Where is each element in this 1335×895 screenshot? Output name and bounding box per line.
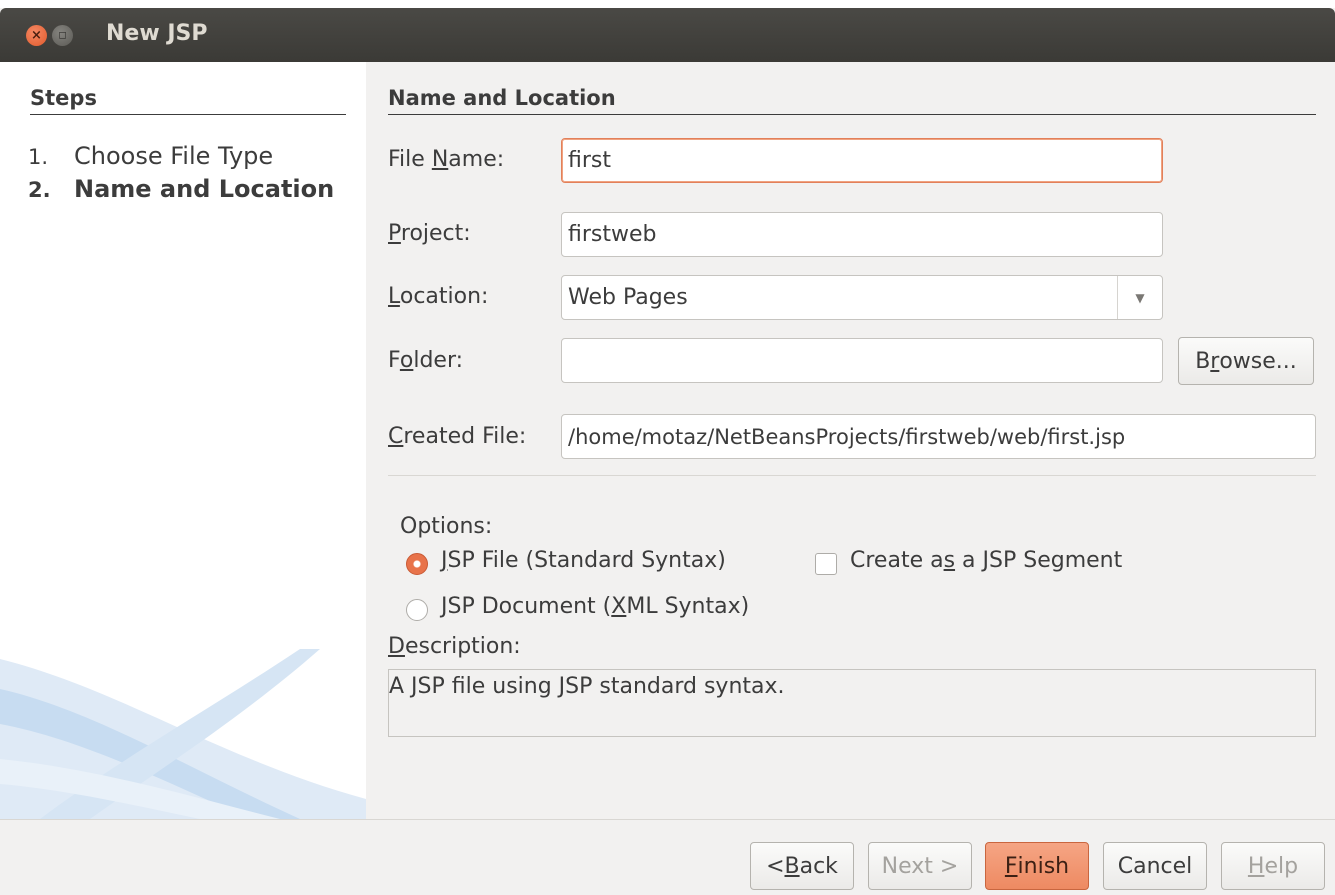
window-title: New JSP bbox=[106, 21, 208, 46]
folder-input[interactable] bbox=[561, 338, 1163, 383]
folder-label: Folder: bbox=[388, 348, 464, 373]
name-and-location-panel: Name and Location File Name: Project: Lo… bbox=[366, 62, 1335, 819]
jsp-segment-checkbox-label[interactable]: Create as a JSP Segment bbox=[850, 548, 1122, 573]
help-button[interactable]: Help bbox=[1221, 842, 1325, 890]
back-button[interactable]: < Back bbox=[750, 842, 854, 890]
browse-button[interactable]: Br owse... bbox=[1178, 337, 1314, 385]
button-bar-divider bbox=[0, 819, 1335, 820]
step-label: Choose File Type bbox=[74, 142, 274, 170]
options-label: Options: bbox=[400, 514, 493, 539]
steps-panel: Steps 1. Choose File Type 2. Name and Loca… bbox=[0, 62, 366, 819]
step-number: 2. bbox=[28, 178, 51, 202]
project-label: Project: bbox=[388, 221, 471, 246]
jsp-file-radio-label[interactable]: JSP File (Standard Syntax) bbox=[441, 548, 726, 573]
options-divider bbox=[388, 475, 1316, 476]
section-title: Name and Location bbox=[388, 86, 616, 110]
jsp-document-radio[interactable] bbox=[406, 599, 428, 621]
cancel-button[interactable]: Cancel bbox=[1103, 842, 1207, 890]
close-icon[interactable]: × bbox=[26, 25, 47, 46]
maximize-icon[interactable]: ◻ bbox=[52, 25, 73, 46]
netbeans-swoosh-graphic bbox=[0, 649, 366, 819]
next-button[interactable]: Next > bbox=[868, 842, 972, 890]
new-jsp-dialog: × ◻ New JSP Steps 1. Choose File Type 2. N… bbox=[0, 8, 1335, 895]
section-divider bbox=[388, 114, 1316, 115]
steps-divider bbox=[30, 114, 346, 115]
steps-title: Steps bbox=[30, 86, 97, 110]
location-value: Web Pages bbox=[568, 285, 688, 310]
chevron-down-icon[interactable]: ▼ bbox=[1117, 276, 1162, 319]
project-field[interactable] bbox=[561, 212, 1163, 257]
description-label: Description: bbox=[388, 634, 521, 659]
location-label: Location: bbox=[388, 284, 489, 309]
created-file-field[interactable] bbox=[561, 414, 1316, 459]
jsp-file-radio[interactable] bbox=[406, 553, 428, 575]
jsp-document-radio-label[interactable]: JSP Document (XML Syntax) bbox=[441, 594, 749, 619]
step-label: Name and Location bbox=[74, 175, 335, 203]
jsp-segment-checkbox[interactable] bbox=[815, 553, 837, 575]
description-text: A JSP file using JSP standard syntax. bbox=[388, 669, 1316, 737]
file-name-label: File Name: bbox=[388, 147, 505, 172]
finish-button[interactable]: Finish bbox=[985, 842, 1089, 890]
step-name-and-location: 2. Name and Location bbox=[28, 175, 334, 203]
created-file-label: Created File: bbox=[388, 424, 527, 449]
step-number: 1. bbox=[28, 145, 49, 169]
step-choose-file-type: 1. Choose File Type bbox=[28, 142, 273, 170]
file-name-input[interactable] bbox=[561, 138, 1163, 183]
location-select[interactable]: Web Pages ▼ bbox=[561, 275, 1163, 320]
title-bar[interactable]: × ◻ New JSP bbox=[0, 8, 1335, 62]
